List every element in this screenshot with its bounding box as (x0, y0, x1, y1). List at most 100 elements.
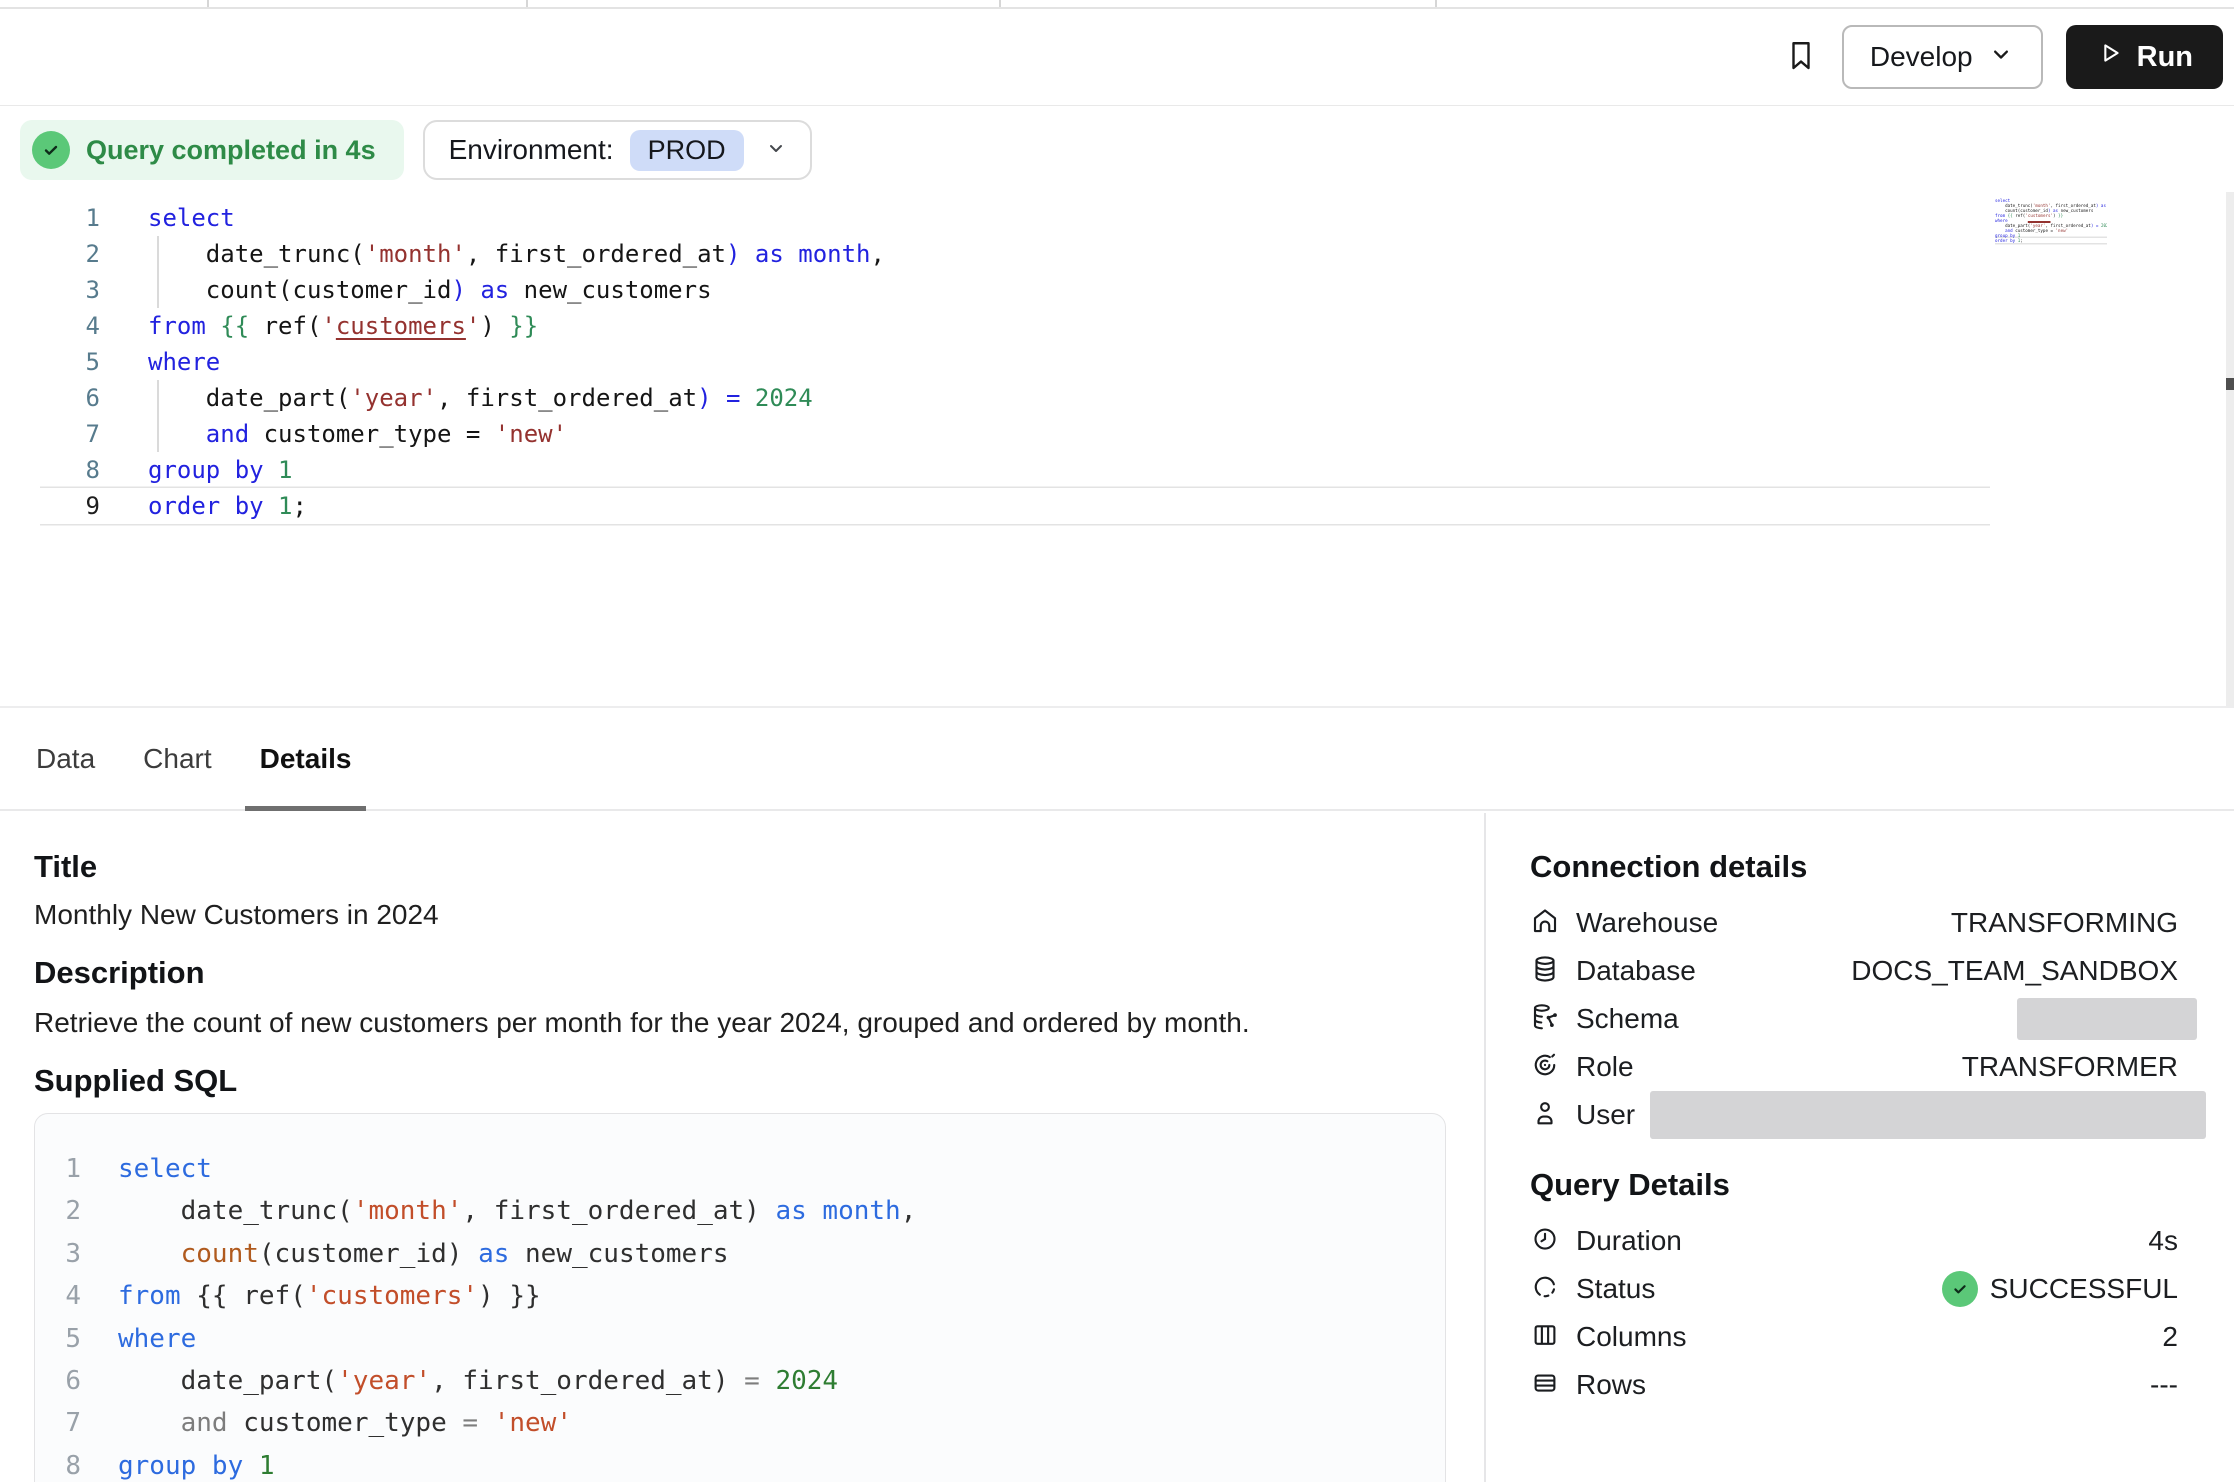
tab-data[interactable]: Data (21, 708, 110, 809)
chevron-down-icon (744, 136, 788, 165)
play-icon (2096, 39, 2124, 75)
warehouse-label: Warehouse (1576, 907, 1718, 939)
line-number: 5 (35, 1318, 118, 1360)
editor-code[interactable]: 1select2 date_trunc('month', first_order… (40, 200, 1990, 524)
user-row: User (1530, 1091, 2178, 1139)
scrollbar-thumb[interactable] (2226, 378, 2234, 390)
tab-data-label: Data (36, 743, 95, 775)
status-label: Status (1576, 1273, 1655, 1305)
code-line-3[interactable]: 3 count(customer_id) as new_customers (40, 272, 1990, 308)
details-side-panel: Connection details Warehouse TRANSFORMIN… (1484, 813, 2234, 1482)
code-line-9[interactable]: 9order by 1; (40, 488, 1990, 524)
duration-icon (1530, 1224, 1560, 1259)
code-line-5: 5where (35, 1318, 1445, 1360)
tab-details-label: Details (260, 743, 352, 775)
code-line-9: 9order by 1; (1995, 238, 2107, 243)
details-content: Title Monthly New Customers in 2024 Desc… (34, 813, 1448, 1482)
code-line-8[interactable]: 8group by 1 (40, 452, 1990, 488)
chevron-down-icon (1987, 40, 2015, 75)
rows-value: --- (2150, 1369, 2178, 1401)
status-row: Query completed in 4s Environment: PROD (20, 120, 812, 180)
description-heading: Description (34, 953, 1448, 993)
title-value: Monthly New Customers in 2024 (34, 897, 1448, 933)
supplied-sql-heading: Supplied SQL (34, 1061, 1448, 1101)
role-icon (1530, 1050, 1560, 1085)
rows-icon (1530, 1368, 1560, 1403)
rows-row: Rows --- (1530, 1361, 2178, 1409)
tab-chart[interactable]: Chart (128, 708, 226, 809)
database-icon (1530, 954, 1560, 989)
query-details-heading: Query Details (1530, 1165, 2178, 1205)
line-number: 1 (35, 1148, 118, 1190)
line-number: 3 (40, 272, 148, 308)
develop-button-label: Develop (1870, 41, 1973, 73)
bookmark-button[interactable] (1783, 36, 1819, 79)
code-line-4[interactable]: 4from {{ ref('customers') }} (40, 308, 1990, 344)
schema-label: Schema (1576, 1003, 1679, 1035)
code-line-4: 4from {{ ref('customers') }} (35, 1275, 1445, 1317)
duration-value: 4s (2148, 1225, 2178, 1257)
code-line-7[interactable]: 7 and customer_type = 'new' (40, 416, 1990, 452)
run-button[interactable]: Run (2066, 25, 2223, 89)
schema-value-redacted (2017, 998, 2197, 1040)
environment-label: Environment: (449, 134, 614, 166)
tab-divider (526, 0, 528, 7)
rows-label: Rows (1576, 1369, 1646, 1401)
line-number: 3 (35, 1233, 118, 1275)
database-label: Database (1576, 955, 1696, 987)
line-number: 6 (35, 1360, 118, 1402)
title-heading: Title (34, 847, 1448, 887)
user-label: User (1576, 1099, 1635, 1131)
line-number: 7 (35, 1402, 118, 1444)
line-number: 4 (35, 1275, 118, 1317)
code-line-5[interactable]: 5where (40, 344, 1990, 380)
bookmark-icon (1783, 36, 1819, 79)
columns-label: Columns (1576, 1321, 1686, 1353)
description-value: Retrieve the count of new customers per … (34, 1005, 1448, 1041)
code-line-2[interactable]: 2 date_trunc('month', first_ordered_at) … (40, 236, 1990, 272)
database-row: Database DOCS_TEAM_SANDBOX (1530, 947, 2178, 995)
status-row-item: Status SUCCESSFUL (1530, 1265, 2178, 1313)
role-label: Role (1576, 1051, 1634, 1083)
connection-details-heading: Connection details (1530, 847, 2178, 887)
tab-divider (999, 0, 1001, 7)
code-line-2: 2 date_trunc('month', first_ordered_at) … (35, 1190, 1445, 1232)
tab-divider (207, 0, 209, 7)
check-icon (32, 131, 70, 169)
code-line-1[interactable]: 1select (40, 200, 1990, 236)
supplied-sql-card: 1select2 date_trunc('month', first_order… (34, 1113, 1446, 1482)
warehouse-value: TRANSFORMING (1951, 907, 2178, 939)
line-number: 5 (40, 344, 148, 380)
query-status-text: Query completed in 4s (86, 135, 376, 166)
editor-scrollbar[interactable] (2226, 192, 2234, 710)
columns-value: 2 (2162, 1321, 2178, 1353)
warehouse-icon (1530, 906, 1560, 941)
toolbar: Develop Run (0, 9, 2234, 106)
line-number: 8 (40, 452, 148, 488)
tab-details[interactable]: Details (245, 708, 367, 809)
columns-row: Columns 2 (1530, 1313, 2178, 1361)
code-line-6[interactable]: 6 date_part('year', first_ordered_at) = … (40, 380, 1990, 416)
success-check-icon (1942, 1271, 1978, 1307)
status-value-text: SUCCESSFUL (1990, 1273, 2178, 1305)
role-row: Role TRANSFORMER (1530, 1043, 2178, 1091)
user-value-redacted (1650, 1091, 2206, 1139)
tab-chart-label: Chart (143, 743, 211, 775)
code-line-8: 8group by 1 (35, 1445, 1445, 1482)
sql-editor[interactable]: 1select2 date_trunc('month', first_order… (0, 186, 2234, 712)
duration-row: Duration 4s (1530, 1217, 2178, 1265)
status-spinner-icon (1530, 1272, 1560, 1307)
status-value: SUCCESSFUL (1942, 1271, 2178, 1307)
user-icon (1530, 1098, 1560, 1133)
editor-minimap[interactable]: 1select2 date_trunc('month', first_order… (1995, 198, 2107, 256)
role-value: TRANSFORMER (1962, 1051, 2178, 1083)
top-tab-strip (0, 0, 2234, 9)
line-number: 8 (35, 1445, 118, 1482)
database-value: DOCS_TEAM_SANDBOX (1851, 955, 2178, 987)
develop-button[interactable]: Develop (1842, 25, 2043, 89)
columns-icon (1530, 1320, 1560, 1355)
app-window: Develop Run Query completed in 4s Enviro… (0, 0, 2234, 1482)
environment-selector[interactable]: Environment: PROD (423, 120, 812, 180)
schema-row: Schema (1530, 995, 2178, 1043)
tab-divider (1435, 0, 1437, 7)
